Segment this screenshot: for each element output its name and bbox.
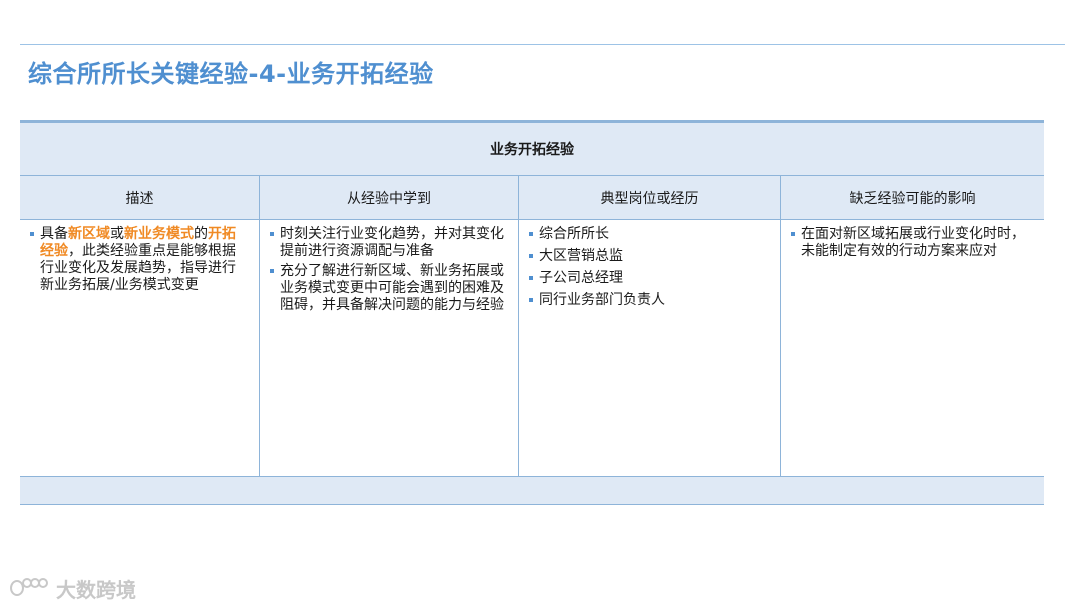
cell-learned: 时刻关注行业变化趋势，并对其变化提前进行资源调配与准备 充分了解进行新区域、新业… xyxy=(260,220,519,476)
top-rule xyxy=(20,44,1065,45)
experience-table: 业务开拓经验 描述 从经验中学到 典型岗位或经历 缺乏经验可能的影响 具备新区域… xyxy=(20,120,1044,505)
highlight-new-business-model: 新业务模式 xyxy=(124,226,194,242)
header-learned: 从经验中学到 xyxy=(260,176,519,219)
text-segment: 或 xyxy=(110,226,124,242)
header-impact: 缺乏经验可能的影响 xyxy=(849,190,976,207)
table-row: 具备新区域或新业务模式的开拓经验，此类经验重点是能够根据行业变化及发展趋势，指导… xyxy=(20,220,1044,477)
learned-item: 时刻关注行业变化趋势，并对其变化提前进行资源调配与准备 xyxy=(268,226,508,260)
position-item: 综合所所长 xyxy=(527,226,770,243)
logo-icon xyxy=(10,577,50,600)
cell-positions: 综合所所长 大区营销总监 子公司总经理 同行业务部门负责人 xyxy=(519,220,781,476)
text-segment: 的 xyxy=(194,226,208,242)
watermark: 大数跨境 xyxy=(10,574,136,603)
table-title: 业务开拓经验 xyxy=(20,123,1044,176)
position-item: 大区营销总监 xyxy=(527,248,770,265)
text-segment: 具备 xyxy=(40,226,68,242)
position-item: 同行业务部门负责人 xyxy=(527,292,770,309)
header-description: 描述 xyxy=(20,176,260,219)
text-segment: ，此类经验重点是能够根据行业变化及发展趋势，指导进行新业务拓展/业务模式变更 xyxy=(40,243,236,293)
impact-item: 在面对新区域拓展或行业变化时时，未能制定有效的行动方案来应对 xyxy=(789,226,1034,260)
table-footer-row xyxy=(20,477,1044,505)
header-positions: 典型岗位或经历 xyxy=(519,176,781,219)
table-header-row: 描述 从经验中学到 典型岗位或经历 缺乏经验可能的影响 xyxy=(20,176,1044,220)
cell-description: 具备新区域或新业务模式的开拓经验，此类经验重点是能够根据行业变化及发展趋势，指导… xyxy=(20,220,260,476)
page-title: 综合所所长关键经验-4-业务开拓经验 xyxy=(28,60,434,88)
highlight-new-region: 新区域 xyxy=(68,226,110,242)
watermark-text: 大数跨境 xyxy=(56,578,136,602)
cell-impact: 在面对新区域拓展或行业变化时时，未能制定有效的行动方案来应对 xyxy=(781,220,1044,476)
description-item: 具备新区域或新业务模式的开拓经验，此类经验重点是能够根据行业变化及发展趋势，指导… xyxy=(28,226,249,294)
learned-item: 充分了解进行新区域、新业务拓展或业务模式变更中可能会遇到的困难及阻碍，并具备解决… xyxy=(268,263,508,314)
position-item: 子公司总经理 xyxy=(527,270,770,287)
